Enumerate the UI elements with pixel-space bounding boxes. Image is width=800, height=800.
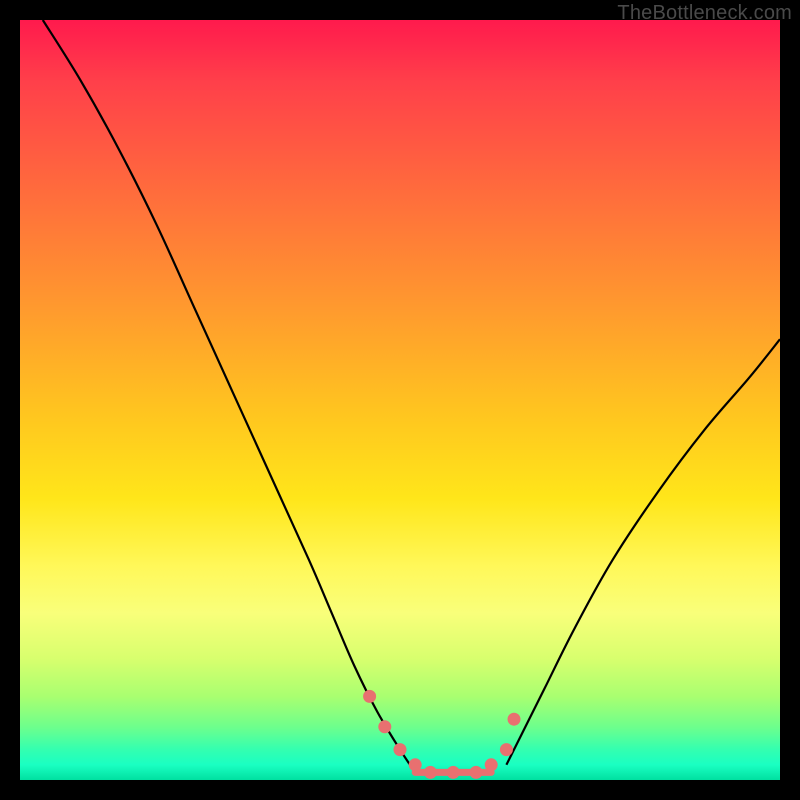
bottleneck-marker: [485, 758, 498, 771]
chart-svg: [20, 20, 780, 780]
chart-frame: TheBottleneck.com: [0, 0, 800, 800]
right-curve: [506, 339, 780, 765]
bottleneck-marker: [424, 766, 437, 779]
bottleneck-marker: [378, 720, 391, 733]
bottleneck-markers: [363, 690, 520, 779]
bottleneck-marker: [409, 758, 422, 771]
bottleneck-marker: [500, 743, 513, 756]
bottleneck-marker: [470, 766, 483, 779]
bottleneck-marker: [394, 743, 407, 756]
left-curve: [43, 20, 415, 772]
bottleneck-marker: [508, 713, 521, 726]
bottleneck-marker: [363, 690, 376, 703]
bottleneck-marker: [447, 766, 460, 779]
